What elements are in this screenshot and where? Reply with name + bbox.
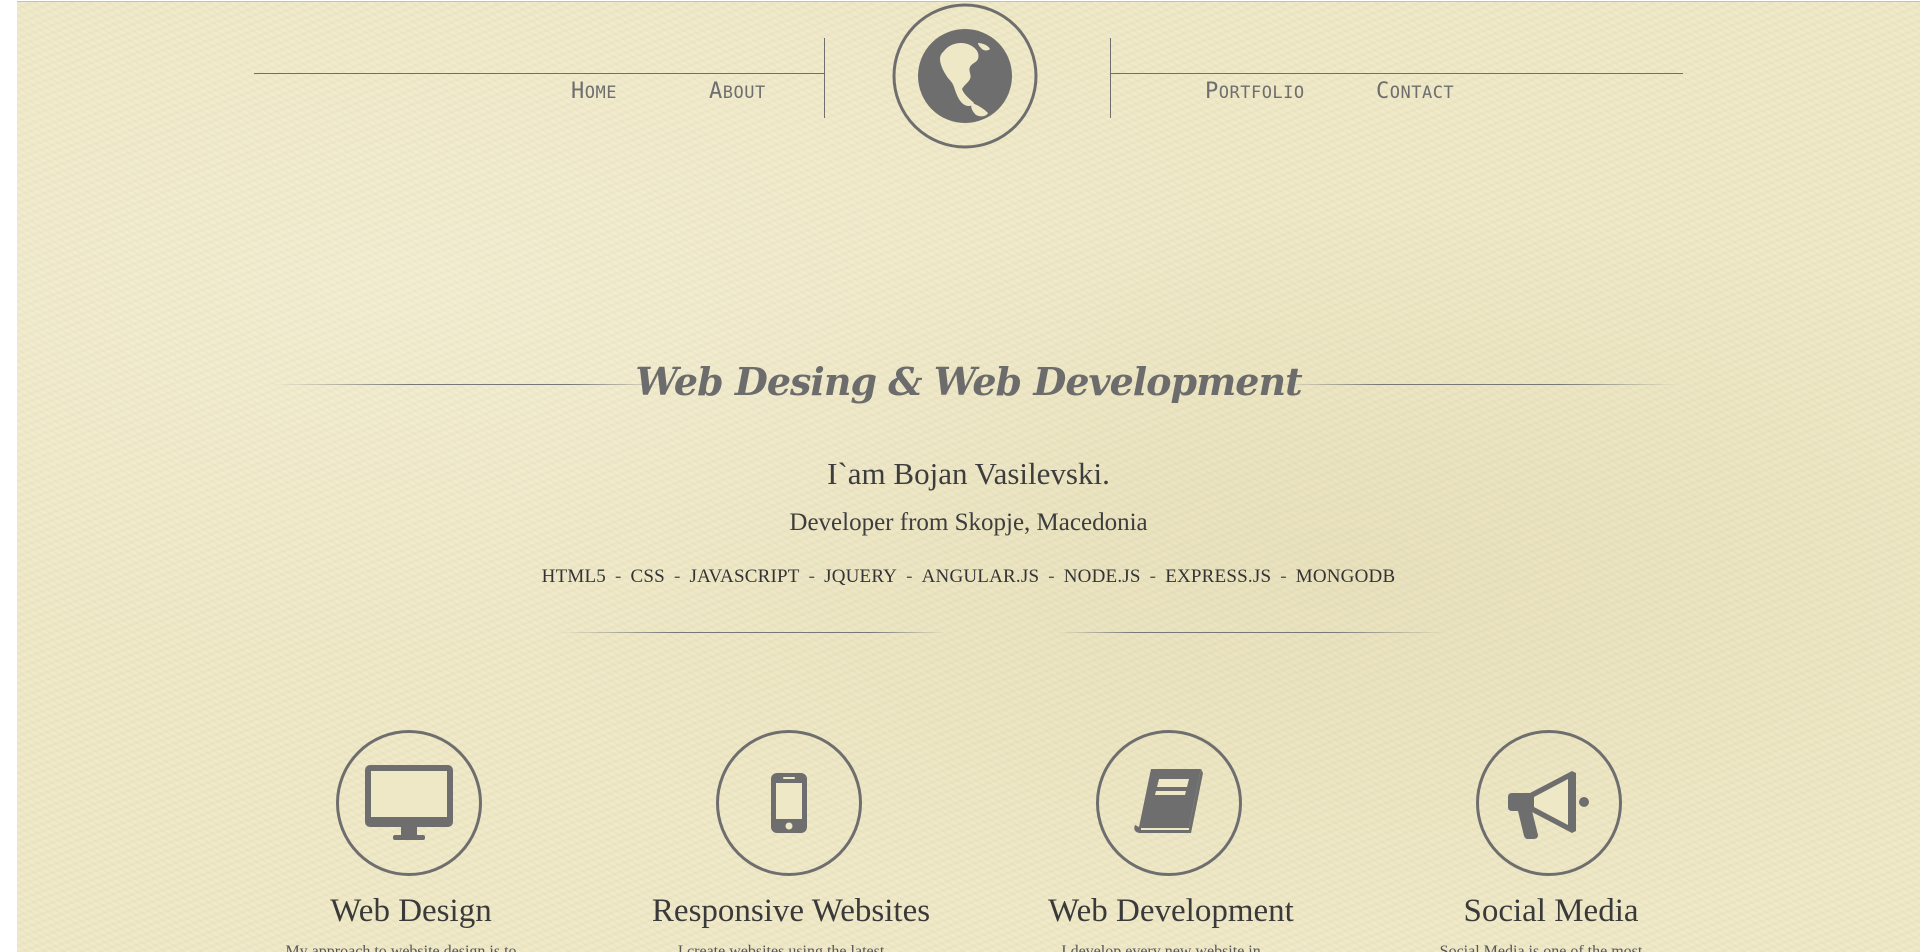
nav-about-link[interactable]: ABOUT [709, 79, 766, 104]
service-icon-circle [716, 730, 862, 876]
hero-name: I`am Bojan Vasilevski. [827, 456, 1110, 491]
skill-separator: - [1149, 566, 1157, 587]
service-title: Responsive Websites [651, 893, 931, 929]
nav-contact-rest: ONTACT [1389, 83, 1455, 103]
nav-contact-link[interactable]: CONTACT [1376, 79, 1454, 104]
skill-item: NODE.JS [1063, 566, 1141, 587]
skill-separator: - [1280, 566, 1287, 587]
nav-about-rest: BOUT [722, 83, 766, 103]
service-title: Web Design [330, 893, 492, 929]
nav-portfolio-initial: P [1205, 79, 1219, 104]
nav-tick-left [824, 38, 825, 118]
skill-separator: - [906, 566, 913, 587]
service-description: Social Media is one of the most … [1439, 943, 1663, 952]
top-border [17, 1, 1920, 2]
service-description: My approach to website design is to … [285, 943, 537, 952]
nav-portfolio-link[interactable]: PORTFOLIO [1205, 79, 1305, 104]
skills-list: HTML5- CSS - JAVASCRIPT - JQUERY - ANGULAR.JS - N… [17, 566, 1920, 588]
service-icon-circle [336, 730, 482, 876]
service-responsive-websites: Responsive Websites I create websites us… [601, 730, 981, 952]
nav-portfolio-rest: ORTFOLIO [1218, 83, 1305, 103]
skill-item: CSS [630, 566, 665, 587]
nav-tick-right [1110, 38, 1111, 118]
skill-separator: - [615, 566, 622, 587]
book-icon [1134, 769, 1203, 833]
megaphone-icon [1508, 771, 1589, 839]
skills-divider-left [557, 632, 947, 633]
service-web-design: Web Design My approach to website design… [221, 730, 601, 952]
hero-title: Web Desing & Web Development [635, 359, 1302, 404]
nav-home-rest: OME [584, 83, 617, 103]
service-title: Social Media [1463, 893, 1639, 929]
skill-item: JAVASCRIPT [689, 566, 800, 587]
skill-separator: - [1048, 566, 1055, 587]
nav-divider-right [1111, 73, 1683, 74]
page: HOME ABOUT PORTFOLIO CONTACT Web Desing … [17, 1, 1920, 952]
skill-item: HTML5 [541, 566, 606, 587]
skill-separator: - [673, 566, 681, 587]
nav-home-initial: H [571, 79, 585, 104]
nav-contact-initial: C [1376, 79, 1390, 104]
service-social-media: Social Media Social Media is one of the … [1361, 730, 1741, 952]
nav-about-initial: A [709, 79, 723, 104]
skill-item: MONGODB [1295, 566, 1396, 587]
skills-divider-right [1057, 632, 1447, 633]
service-description: I develop every new website in … [1061, 943, 1281, 952]
globe-icon[interactable] [892, 3, 1038, 149]
service-description: I create websites using the latest … [677, 943, 905, 952]
service-title: Web Development [1048, 893, 1294, 929]
skill-item: JQUERY [824, 566, 898, 587]
nav-divider-left [254, 73, 824, 74]
nav-home-link[interactable]: HOME [571, 79, 617, 104]
service-icon-circle [1096, 730, 1242, 876]
skill-separator: - [808, 566, 816, 587]
mobile-phone-icon [771, 773, 807, 833]
hero-subtitle: Developer from Skopje, Macedonia [789, 509, 1148, 536]
monitor-icon [365, 765, 453, 840]
skill-item: ANGULAR.JS [921, 566, 1040, 587]
service-icon-circle [1476, 730, 1622, 876]
skill-item: EXPRESS.JS [1165, 566, 1272, 587]
service-web-development: Web Development I develop every new webs… [981, 730, 1361, 952]
